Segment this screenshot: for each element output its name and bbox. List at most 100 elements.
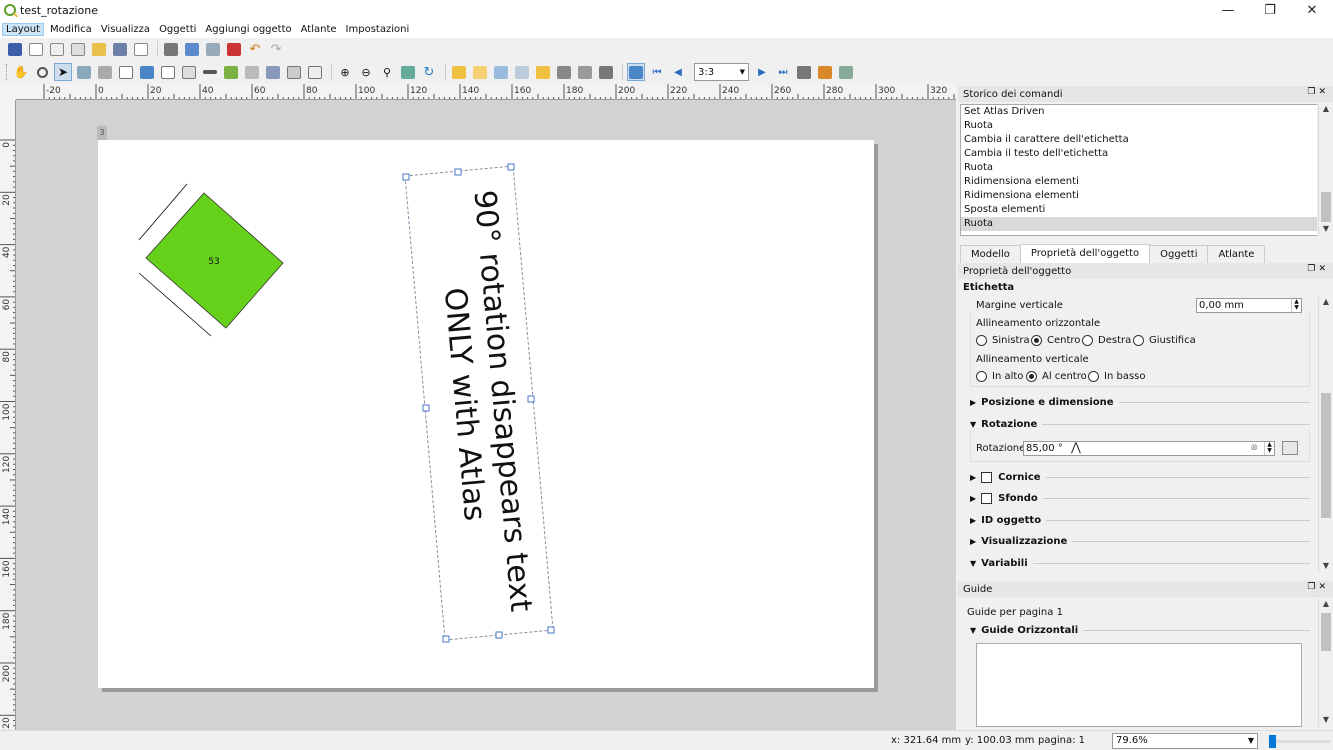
atlas-page-combo[interactable]: 3:3 ▼: [694, 63, 749, 81]
align-items-button[interactable]: [555, 63, 573, 81]
history-scrollbar[interactable]: ▲ ▼: [1318, 104, 1332, 236]
data-defined-override-icon[interactable]: [1282, 441, 1298, 455]
menu-oggetti[interactable]: Oggetti: [156, 24, 199, 35]
unlock-items-button[interactable]: [513, 63, 531, 81]
layout-manager-button[interactable]: [69, 40, 87, 58]
atlas-next-button[interactable]: ▶: [753, 63, 771, 81]
group-items-button[interactable]: [450, 63, 468, 81]
zoom-actual-button[interactable]: ⚲: [378, 63, 396, 81]
add-shape-button[interactable]: [222, 63, 240, 81]
spin-arrows-icon[interactable]: ▲ ▼: [1264, 442, 1274, 455]
add-map-button[interactable]: [117, 63, 135, 81]
zoom-slider[interactable]: [1268, 735, 1330, 748]
label-item[interactable]: 90° rotation disappears text ONLY with A…: [402, 163, 555, 643]
redo-button[interactable]: ↷: [267, 40, 285, 58]
clear-icon[interactable]: ⊗: [1250, 442, 1258, 455]
save-template-button[interactable]: [111, 40, 129, 58]
scroll-up-icon[interactable]: ▲: [1319, 297, 1333, 309]
group-id-oggetto[interactable]: ▶ ID oggetto: [970, 515, 1310, 526]
tab-proprieta-oggetto[interactable]: Proprietà dell'oggetto: [1019, 244, 1151, 263]
export-svg-button[interactable]: [204, 40, 222, 58]
selection-handle[interactable]: [402, 173, 410, 181]
add-label-button[interactable]: [159, 63, 177, 81]
open-template-button[interactable]: [90, 40, 108, 58]
selection-handle[interactable]: [442, 635, 450, 643]
list-item[interactable]: Set Atlas Driven: [961, 105, 1317, 119]
list-item[interactable]: Ruota: [961, 161, 1317, 175]
menu-visualizza[interactable]: Visualizza: [98, 24, 153, 35]
menu-impostazioni[interactable]: Impostazioni: [343, 24, 413, 35]
atlas-export-button[interactable]: [816, 63, 834, 81]
add-pages-button[interactable]: [132, 40, 150, 58]
halign-radio-destra[interactable]: Destra: [1082, 335, 1131, 346]
close-icon[interactable]: ✕: [1318, 87, 1329, 97]
sfondo-checkbox[interactable]: [981, 493, 993, 504]
list-item[interactable]: Cambia il carattere dell'etichetta: [961, 133, 1317, 147]
atlas-last-button[interactable]: ⏭: [774, 63, 792, 81]
distribute-items-button[interactable]: [576, 63, 594, 81]
minimize-button[interactable]: —: [1207, 0, 1249, 20]
props-scrollbar[interactable]: ▲ ▼: [1318, 297, 1332, 573]
selection-handle[interactable]: [495, 631, 503, 639]
list-item[interactable]: Sposta elementi: [961, 203, 1317, 217]
zoom-tool-button[interactable]: [33, 63, 51, 81]
rotation-spinbox[interactable]: 85,00 ° ⊗ ▲ ▼: [1023, 441, 1275, 456]
ungroup-items-button[interactable]: [471, 63, 489, 81]
save-layout-button[interactable]: [6, 40, 24, 58]
zoom-in-button[interactable]: ⊕: [336, 63, 354, 81]
halign-radio-sinistra[interactable]: Sinistra: [976, 335, 1030, 346]
menu-aggiungi-oggetto[interactable]: Aggiungi oggetto: [202, 24, 294, 35]
scroll-down-icon[interactable]: ▼: [1319, 224, 1333, 236]
resize-items-button[interactable]: [597, 63, 615, 81]
selection-handle[interactable]: [547, 626, 555, 634]
menu-modifica[interactable]: Modifica: [47, 24, 95, 35]
pan-tool-button[interactable]: ✋: [12, 63, 30, 81]
undo-button[interactable]: ↶: [246, 40, 264, 58]
add-legend-button[interactable]: [180, 63, 198, 81]
vertical-ruler[interactable]: 0 20 40 60 80 100 120 140 160 180 200 220: [0, 100, 16, 730]
selection-handle[interactable]: [422, 404, 430, 412]
float-icon[interactable]: ❐: [1307, 87, 1318, 97]
horizontal-guides-list[interactable]: [976, 643, 1302, 727]
group-posizione-dimensione[interactable]: ▶ Posizione e dimensione: [970, 397, 1310, 408]
zoom-slider-handle[interactable]: [1269, 735, 1276, 748]
group-variabili[interactable]: ▼ Variabili: [970, 558, 1310, 569]
atlas-settings-button[interactable]: [837, 63, 855, 81]
horizontal-ruler[interactable]: -20 0 20 40 60 80 100 120 140 160 180 200 220 240 260 2…: [16, 84, 956, 100]
close-button[interactable]: ✕: [1291, 0, 1333, 20]
add-polygon-button[interactable]: [264, 63, 282, 81]
float-icon[interactable]: ❐: [1307, 264, 1318, 274]
atlas-preview-button[interactable]: [627, 63, 645, 81]
tab-atlante[interactable]: Atlante: [1207, 245, 1266, 263]
group-cornice[interactable]: ▶ Cornice: [970, 472, 1310, 483]
export-image-button[interactable]: [183, 40, 201, 58]
group-sfondo[interactable]: ▶ Sfondo: [970, 493, 1310, 504]
edit-nodes-button[interactable]: [96, 63, 114, 81]
layout-page[interactable]: 53 90° rotation disappears text ONLY wit…: [98, 140, 874, 688]
new-layout-button[interactable]: [27, 40, 45, 58]
atlas-first-button[interactable]: ⏮: [648, 63, 666, 81]
add-polyline-button[interactable]: [243, 63, 261, 81]
add-picture-button[interactable]: [138, 63, 156, 81]
list-item[interactable]: Ruota: [961, 119, 1317, 133]
group-visualizzazione[interactable]: ▶ Visualizzazione: [970, 536, 1310, 547]
raise-items-button[interactable]: [534, 63, 552, 81]
zoom-combo[interactable]: 79.6% ▼: [1112, 733, 1258, 749]
scroll-down-icon[interactable]: ▼: [1319, 715, 1333, 727]
guides-scrollbar[interactable]: ▲ ▼: [1318, 599, 1332, 727]
float-icon[interactable]: ❐: [1307, 582, 1318, 592]
tab-oggetti[interactable]: Oggetti: [1149, 245, 1209, 263]
select-tool-button[interactable]: ➤: [54, 63, 72, 81]
list-item[interactable]: Ridimensiona elementi: [961, 189, 1317, 203]
list-item[interactable]: Cambia il testo dell'etichetta: [961, 147, 1317, 161]
halign-radio-giustifica[interactable]: Giustifica: [1133, 335, 1196, 346]
menu-atlante[interactable]: Atlante: [298, 24, 340, 35]
add-attribute-table-button[interactable]: [306, 63, 324, 81]
scroll-up-icon[interactable]: ▲: [1319, 104, 1333, 116]
valign-radio-in-basso[interactable]: In basso: [1088, 371, 1145, 382]
add-html-button[interactable]: [285, 63, 303, 81]
duplicate-layout-button[interactable]: [48, 40, 66, 58]
scroll-down-icon[interactable]: ▼: [1319, 561, 1333, 573]
export-pdf-button[interactable]: [225, 40, 243, 58]
valign-radio-al-centro[interactable]: Al centro: [1026, 371, 1087, 382]
